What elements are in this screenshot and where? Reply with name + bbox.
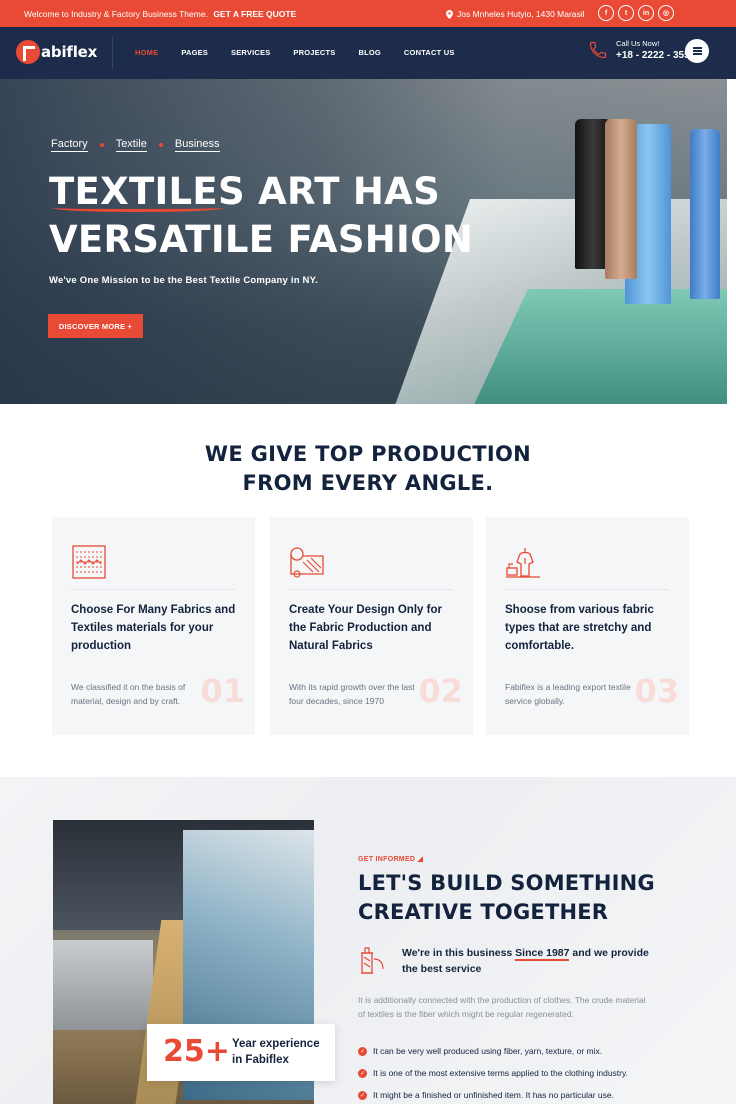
hero-subtitle: We've One Mission to be the Best Textile… (49, 275, 318, 286)
since-block: We're in this business Since 1987 and we… (358, 945, 662, 977)
address-text: Jos Mnheles Hutyio, 1430 Marasil (457, 9, 585, 19)
check-circle-icon: ✓ (358, 1090, 367, 1100)
nav-blog[interactable]: BLOG (358, 48, 380, 57)
nav-contact-us[interactable]: CONTACT US (404, 48, 455, 57)
welcome-text: Welcome to Industry & Factory Business T… (24, 9, 296, 19)
sewing-mannequin-icon (506, 548, 540, 578)
nav-pages[interactable]: PAGES (181, 48, 208, 57)
features-title-line2: FROM EVERY ANGLE. (242, 471, 494, 495)
hero-title-line2: VERSATILE FASHION (49, 218, 474, 261)
since-text: We're in this business Since 1987 and we… (402, 945, 662, 977)
hero-title: TEXTILES ART HAS VERSATILE FASHION (49, 168, 473, 264)
check-text: It is one of the most extensive terms ap… (373, 1068, 628, 1078)
about-title-line2: CREATIVE TOGETHER (358, 900, 609, 924)
nav-home[interactable]: HOME (135, 48, 158, 57)
about-title: LET'S BUILD SOMETHING CREATIVE TOGETHER (358, 869, 655, 927)
since-pre: We're in this business (402, 947, 516, 959)
feature-card-title: Choose For Many Fabrics and Textiles mat… (71, 604, 236, 652)
experience-label: Year experience in Fabiflex (232, 1038, 320, 1066)
since-year: Since 1987 (515, 947, 570, 961)
hamburger-icon (692, 50, 702, 52)
call-number[interactable]: +18 - 2222 - 3555 (616, 50, 695, 61)
main-header: abiflex HOME PAGES SERVICES PROJECTS BLO… (0, 27, 736, 79)
logo[interactable]: abiflex (16, 40, 97, 64)
logo-mark-icon (16, 40, 40, 64)
discover-more-button[interactable]: DISCOVER MORE + (48, 314, 143, 338)
about-kicker-text: GET INFORMED (358, 856, 416, 863)
linkedin-icon[interactable]: in (638, 5, 654, 21)
check-text: It might be a finished or unfinished ite… (373, 1090, 614, 1100)
tag-textile[interactable]: Textile (115, 138, 147, 152)
check-list: ✓ It can be very well produced using fibe… (358, 1040, 628, 1106)
tag-factory[interactable]: Factory (51, 138, 88, 152)
about-section: 25+ Year experience in Fabiflex GET INFO… (0, 777, 736, 1104)
experience-number: 25+ (163, 1034, 230, 1069)
title-underline-decoration (52, 204, 224, 212)
photo-machines-left (53, 940, 153, 1030)
main-nav: HOME PAGES SERVICES PROJECTS BLOG CONTAC… (135, 48, 478, 57)
feature-card-desc: With its rapid growth over the last four… (289, 682, 415, 706)
twitter-icon[interactable]: t (618, 5, 634, 21)
thread-spool-icon (361, 947, 384, 974)
about-paragraph: It is additionally connected with the pr… (358, 995, 646, 1019)
nav-services[interactable]: SERVICES (231, 48, 270, 57)
feature-card-number: 02 (418, 672, 463, 710)
facebook-icon[interactable]: f (598, 5, 614, 21)
about-title-line1: LET'S BUILD SOMETHING (358, 871, 655, 895)
check-list-item: ✓ It might be a finished or unfinished it… (358, 1084, 628, 1106)
check-list-item: ✓ It can be very well produced using fibe… (358, 1040, 628, 1062)
feature-card-desc: We classified it on the basis of materia… (71, 682, 186, 706)
nav-projects[interactable]: PROJECTS (293, 48, 335, 57)
feature-card-1[interactable]: Choose For Many Fabrics and Textiles mat… (52, 517, 255, 735)
experience-badge: 25+ Year experience in Fabiflex (147, 1024, 335, 1081)
tag-separator (158, 143, 163, 147)
feature-card-title: Shoose from various fabric types that ar… (505, 604, 654, 652)
phone-icon (589, 41, 607, 59)
tag-separator (99, 143, 104, 147)
top-bar: Welcome to Industry & Factory Business T… (0, 0, 736, 27)
hamburger-menu-button[interactable] (685, 39, 709, 63)
fabric-swatch-icon (72, 545, 106, 579)
card-separator (71, 589, 235, 590)
features-title: WE GIVE TOP PRODUCTION FROM EVERY ANGLE. (0, 440, 736, 498)
location-pin-icon (446, 9, 453, 19)
free-quote-link[interactable]: GET A FREE QUOTE (213, 9, 296, 19)
social-links: f t in ◎ (598, 5, 674, 21)
feature-card-2[interactable]: Create Your Design Only for the Fabric P… (270, 517, 473, 735)
check-circle-icon: ✓ (358, 1068, 367, 1078)
feature-card-number: 03 (634, 672, 679, 710)
thread-spool-graphic (690, 129, 720, 299)
call-us[interactable]: Call Us Now! +18 - 2222 - 3555 (588, 39, 695, 61)
hero-tags: Factory Textile Business (51, 138, 220, 152)
feature-card-3[interactable]: Shoose from various fabric types that ar… (486, 517, 689, 735)
tag-business[interactable]: Business (174, 138, 220, 152)
feature-card-title: Create Your Design Only for the Fabric P… (289, 604, 442, 652)
welcome-message: Welcome to Industry & Factory Business T… (24, 9, 208, 19)
card-separator (289, 589, 453, 590)
instagram-icon[interactable]: ◎ (658, 5, 674, 21)
about-kicker: GET INFORMED ◢ (358, 856, 424, 863)
address: Jos Mnheles Hutyio, 1430 Marasil (446, 9, 585, 19)
feature-card-number: 01 (200, 672, 245, 710)
check-circle-icon: ✓ (358, 1046, 367, 1056)
fabric-roll-icon (290, 547, 324, 578)
header-divider (112, 37, 113, 69)
card-separator (505, 589, 669, 590)
call-label: Call Us Now! (616, 39, 660, 48)
logo-text: abiflex (41, 43, 98, 61)
features-title-line1: WE GIVE TOP PRODUCTION (204, 442, 532, 466)
hero-banner: Factory Textile Business TEXTILES ART HA… (0, 79, 727, 404)
check-list-item: ✓ It is one of the most extensive terms a… (358, 1062, 628, 1084)
feature-card-desc: Fabiflex is a leading export textile ser… (505, 682, 631, 706)
check-text: It can be very well produced using fiber… (373, 1046, 603, 1056)
thread-spool-graphic (605, 119, 637, 279)
